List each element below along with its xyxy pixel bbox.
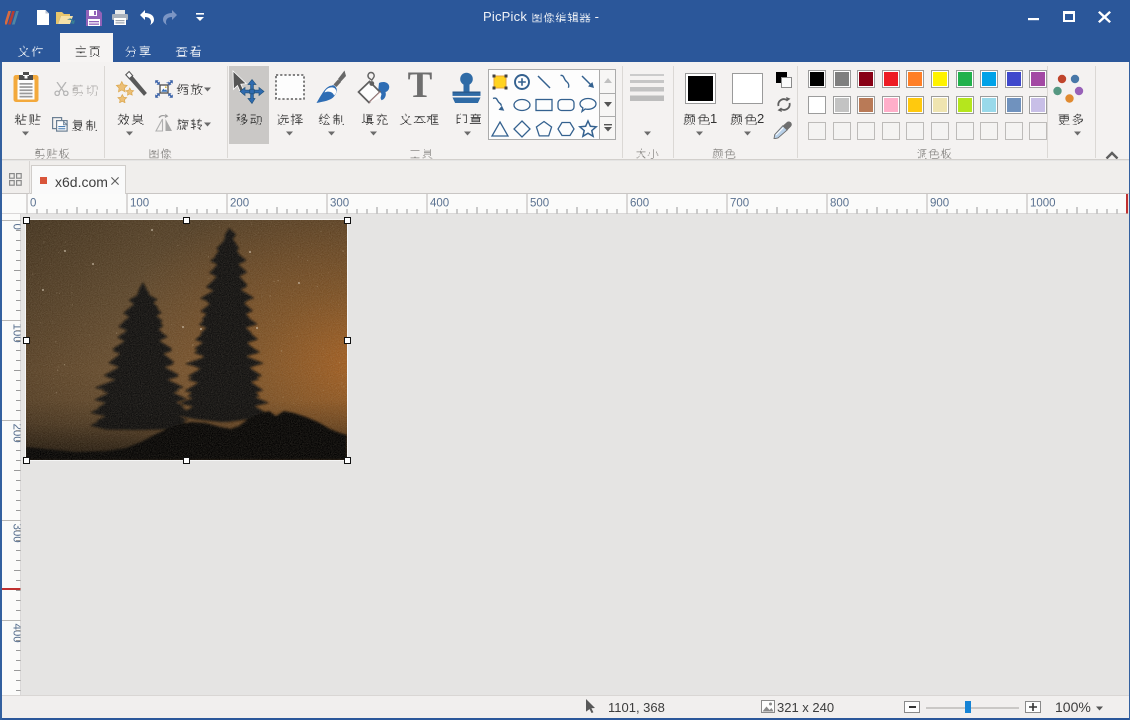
svg-text:1000: 1000 (1030, 198, 1056, 210)
svg-text:400: 400 (430, 198, 449, 210)
svg-text:0: 0 (11, 224, 22, 230)
svg-text:700: 700 (730, 198, 749, 210)
svg-text:200: 200 (230, 198, 249, 210)
svg-text:600: 600 (630, 198, 649, 210)
svg-text:800: 800 (830, 198, 849, 210)
svg-text:300: 300 (330, 198, 349, 210)
svg-text:900: 900 (930, 198, 949, 210)
svg-text:100: 100 (130, 198, 149, 210)
svg-text:100: 100 (11, 324, 22, 343)
svg-text:200: 200 (11, 424, 22, 443)
svg-text:0: 0 (30, 198, 36, 210)
svg-text:400: 400 (11, 624, 22, 643)
svg-text:300: 300 (11, 524, 22, 543)
svg-text:500: 500 (530, 198, 549, 210)
